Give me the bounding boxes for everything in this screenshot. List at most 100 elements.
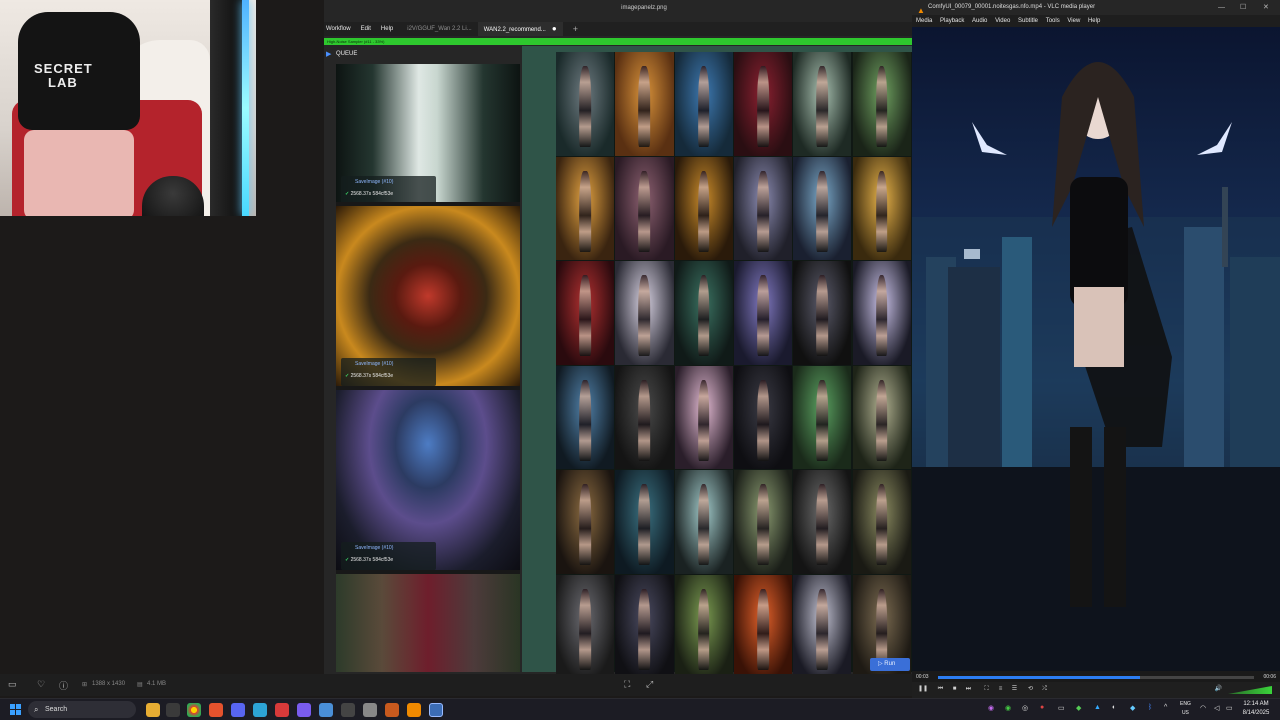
grid-thumbnail[interactable] — [674, 365, 733, 469]
grid-thumbnail[interactable] — [556, 574, 615, 678]
fullscreen-icon[interactable]: ⤢ — [646, 679, 653, 690]
grid-thumbnail[interactable] — [674, 574, 733, 678]
tray-app-icon[interactable]: ● — [1040, 704, 1044, 711]
taskbar-search[interactable]: ⌕ Search — [28, 701, 136, 718]
tray-app-icon[interactable]: ◎ — [1022, 704, 1028, 712]
shuffle-icon[interactable]: ⤮ — [1040, 685, 1049, 694]
grid-thumbnail[interactable] — [733, 365, 793, 469]
new-tab-icon[interactable]: + — [573, 24, 578, 34]
tray-app-icon[interactable]: ▭ — [1058, 704, 1065, 712]
chevron-up-icon[interactable]: ^ — [1164, 704, 1167, 711]
windows-start-icon[interactable] — [10, 704, 22, 716]
chevron-right-icon[interactable]: ▶ — [326, 50, 331, 58]
grid-thumbnail[interactable] — [733, 574, 793, 678]
queue-list[interactable]: SaveImage (#10) ✓ 2568.37s 584cf53e Save… — [336, 64, 520, 672]
grid-thumbnail[interactable] — [852, 261, 911, 365]
grid-thumbnail[interactable] — [615, 365, 674, 469]
volume-slider[interactable] — [1228, 686, 1272, 694]
tray-app-icon[interactable]: ◆ — [1130, 704, 1135, 712]
menu-subtitle[interactable]: Subtitle — [1018, 18, 1038, 24]
grid-thumbnail[interactable] — [793, 261, 852, 365]
bluetooth-icon[interactable]: ᛒ — [1148, 704, 1152, 711]
tray-app-icon[interactable]: ◉ — [988, 704, 994, 712]
heart-icon[interactable]: ♡ — [37, 679, 45, 690]
fullscreen-icon[interactable]: ⛶ — [982, 685, 991, 694]
grid-thumbnail[interactable] — [615, 52, 674, 156]
next-icon[interactable]: ⏭ — [964, 685, 973, 694]
grid-thumbnail[interactable] — [793, 574, 852, 678]
grid-thumbnail[interactable] — [674, 156, 733, 260]
wifi-icon[interactable]: ◠ — [1200, 704, 1206, 712]
grid-thumbnail[interactable] — [615, 261, 674, 365]
file-explorer-icon[interactable] — [146, 703, 160, 717]
stop-icon[interactable]: ■ — [950, 685, 959, 694]
seek-bar[interactable]: 00:03 00:06 — [912, 671, 1280, 682]
task-view-icon[interactable] — [166, 703, 180, 717]
grid-thumbnail[interactable] — [733, 52, 793, 156]
extended-settings-icon[interactable]: ≡ — [996, 685, 1005, 694]
queue-item[interactable]: SaveImage (#10) ✓ 2568.37s 584cf53e — [336, 390, 520, 570]
menu-playback[interactable]: Playback — [940, 18, 964, 24]
discord-icon[interactable] — [231, 703, 245, 717]
run-button[interactable]: ▷ Run — [870, 658, 910, 671]
app-icon-red[interactable] — [275, 703, 289, 717]
grid-thumbnail[interactable] — [733, 261, 793, 365]
menu-media[interactable]: Media — [916, 18, 932, 24]
seek-track[interactable] — [938, 676, 1254, 679]
settings-icon[interactable] — [363, 703, 377, 717]
grid-thumbnail[interactable] — [556, 156, 615, 260]
queue-item[interactable] — [336, 574, 520, 672]
previous-icon[interactable]: ⏮ — [936, 685, 945, 694]
notepad-icon[interactable] — [319, 703, 333, 717]
pause-icon[interactable]: ❚❚ — [918, 685, 928, 694]
tray-app-icon[interactable]: ◐ — [1112, 704, 1116, 711]
minimize-icon[interactable]: — — [1218, 0, 1225, 15]
grid-thumbnail[interactable] — [556, 470, 615, 574]
grid-thumbnail[interactable] — [793, 52, 852, 156]
grid-thumbnail[interactable] — [556, 52, 615, 156]
queue-item[interactable]: SaveImage (#10) ✓ 2568.37s 584cf53e — [336, 206, 520, 386]
grid-thumbnail[interactable] — [674, 261, 733, 365]
grid-thumbnail[interactable] — [556, 365, 615, 469]
playlist-icon[interactable]: ☰ — [1010, 685, 1019, 694]
grid-thumbnail[interactable] — [733, 470, 793, 574]
grid-thumbnail[interactable] — [674, 52, 733, 156]
grid-thumbnail[interactable] — [852, 365, 911, 469]
grid-thumbnail[interactable] — [674, 470, 733, 574]
app-icon-gray[interactable] — [341, 703, 355, 717]
queue-item[interactable]: SaveImage (#10) ✓ 2568.37s 584cf53e — [336, 64, 520, 202]
menu-tools[interactable]: Tools — [1046, 18, 1060, 24]
menu-audio[interactable]: Audio — [972, 18, 987, 24]
vlc-icon[interactable] — [407, 703, 421, 717]
grid-thumbnail[interactable] — [793, 156, 852, 260]
menu-workflow[interactable]: Workflow — [326, 26, 359, 32]
grid-thumbnail[interactable] — [852, 470, 911, 574]
volume-icon[interactable]: 🔊 — [1214, 685, 1223, 694]
tab-workflow-1[interactable]: i2V/GGUF_Wan 2.2 Li... — [401, 26, 477, 32]
app-icon-blue[interactable] — [253, 703, 267, 717]
grid-thumbnail[interactable] — [556, 261, 615, 365]
fit-screen-icon[interactable]: ⛶ — [624, 679, 630, 690]
menu-video[interactable]: Video — [995, 18, 1010, 24]
tray-app-icon[interactable]: ◉ — [1005, 704, 1011, 712]
battery-icon[interactable]: ▭ — [1226, 704, 1233, 712]
grid-thumbnail[interactable] — [615, 574, 674, 678]
image-grid-node[interactable] — [556, 52, 912, 678]
close-icon[interactable]: ✕ — [1263, 0, 1269, 15]
tray-app-icon[interactable]: ◆ — [1076, 704, 1081, 712]
brave-icon[interactable] — [209, 703, 223, 717]
chrome-icon[interactable] — [187, 703, 201, 717]
input-language[interactable]: ENG US — [1180, 700, 1191, 718]
menu-edit[interactable]: Edit — [361, 26, 379, 32]
grid-thumbnail[interactable] — [615, 470, 674, 574]
menu-help[interactable]: Help — [381, 26, 401, 32]
tab-workflow-2[interactable]: WAN2.2_recommend... ● — [477, 22, 563, 36]
video-frame[interactable] — [912, 27, 1280, 671]
grid-thumbnail[interactable] — [852, 156, 911, 260]
tray-app-icon[interactable]: ▲ — [1094, 704, 1101, 711]
grid-thumbnail[interactable] — [852, 52, 911, 156]
taskbar-clock[interactable]: 12:14 AM 8/14/2025 — [1236, 700, 1276, 718]
menu-help[interactable]: Help — [1088, 18, 1100, 24]
speaker-icon[interactable]: ◁ — [1214, 704, 1219, 712]
grid-thumbnail[interactable] — [615, 156, 674, 260]
